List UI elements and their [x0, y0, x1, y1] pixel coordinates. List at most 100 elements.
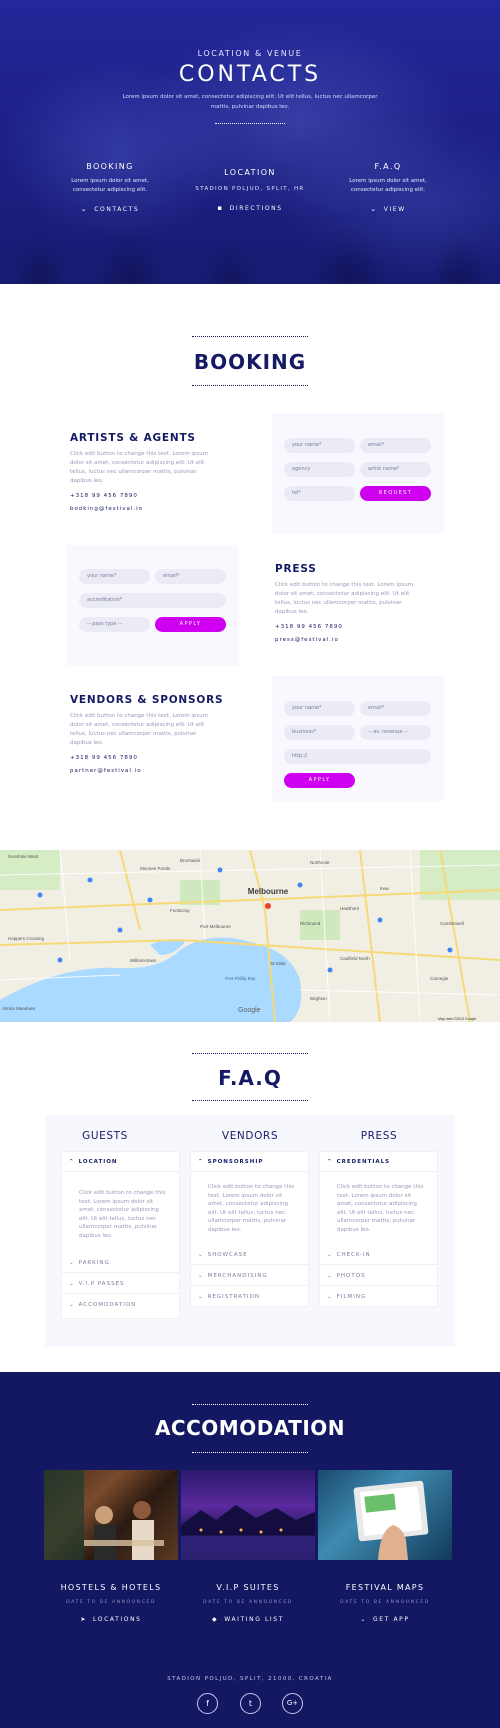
agency-field[interactable]: agency	[284, 462, 355, 477]
get-app-link[interactable]: ⌄ GET APP	[318, 1616, 452, 1623]
artists-text: Click edit button to change this text. L…	[70, 451, 209, 484]
waiting-list-link[interactable]: ◆ WAITING LIST	[181, 1616, 315, 1623]
map-label: Williamstown	[130, 958, 157, 963]
divider	[61, 1171, 180, 1172]
faq-item-location[interactable]: ⌃ LOCATION	[69, 1159, 118, 1165]
hotel-image[interactable]	[44, 1470, 178, 1560]
chevron-up-icon: ⌃	[327, 1159, 333, 1165]
website-field[interactable]: http://	[284, 749, 431, 764]
view-faq-link[interactable]: ⌄ VIEW	[333, 205, 443, 213]
chevron-down-icon: ⌄	[198, 1252, 204, 1258]
email-field[interactable]: email*	[360, 438, 431, 453]
faq-item-registration[interactable]: ⌄ REGISTRATION	[198, 1294, 260, 1300]
name-field[interactable]: your name*	[79, 569, 150, 584]
hero-subtitle: Lorem ipsum dolor sit amet, consectetur …	[122, 94, 378, 110]
faq-title: F.A.Q	[218, 1066, 282, 1090]
faq-item-label: V.I.P PASSES	[78, 1281, 125, 1287]
artists-phone: +318 99 456 7890	[70, 493, 138, 499]
hero-pretitle: LOCATION & VENUE	[197, 49, 303, 58]
press-text: Click edit button to change this text. L…	[275, 582, 414, 615]
faq-item-vip[interactable]: ⌄ V.I.P PASSES	[69, 1281, 125, 1287]
map-label: Northcote	[310, 860, 330, 865]
google-logo: Google	[238, 1007, 261, 1014]
vendors-title: VENDORS & SPONSORS	[70, 694, 224, 706]
faq-item-parking[interactable]: ⌄ PARKING	[69, 1260, 110, 1266]
map-label: Moonee Ponds	[140, 866, 171, 871]
acc-card-subtitle: DATE TO BE ANNOUNCED	[203, 1600, 293, 1605]
apply-button[interactable]: APPLY	[284, 773, 355, 788]
map-label: Brighton	[310, 996, 327, 1001]
google-plus-icon[interactable]: G+	[282, 1693, 303, 1714]
vendors-email[interactable]: partner@festival.io	[70, 768, 142, 774]
apply-button[interactable]: APPLY	[155, 617, 226, 632]
request-button[interactable]: REQUEST	[360, 486, 431, 501]
faq-answer: Click edit button to change this text. L…	[337, 1184, 424, 1233]
name-field[interactable]: your name*	[284, 701, 355, 716]
artists-email[interactable]: booking@festival.io	[70, 506, 143, 512]
faq-head-vendors: VENDORS	[221, 1130, 279, 1142]
map-label-city: Melbourne	[248, 887, 289, 896]
directions-link-label: DIRECTIONS	[229, 204, 283, 212]
location-map[interactable]: Melbourne Sunshine West Moonee Ponds Bru…	[0, 850, 500, 1022]
tel-field[interactable]: tel*	[284, 486, 355, 501]
directions-link[interactable]: ▪ DIRECTIONS	[190, 204, 310, 212]
name-field[interactable]: your name*	[284, 438, 355, 453]
booking-divider-bottom	[192, 385, 308, 386]
divider	[190, 1264, 309, 1265]
faq-item-label: ACCOMODATION	[78, 1302, 137, 1308]
email-field[interactable]: email*	[360, 701, 431, 716]
chevron-down-icon: ⌄	[360, 1616, 368, 1623]
revenue-select[interactable]: -- av. revenue --	[360, 725, 431, 740]
maps-image[interactable]	[318, 1470, 452, 1560]
map-label: Sunshine West	[8, 854, 39, 859]
facebook-icon[interactable]: f	[197, 1693, 218, 1714]
acc-card-subtitle: DATE TO BE ANNOUNCED	[66, 1600, 156, 1605]
booking-divider-top	[192, 336, 308, 337]
twitter-icon[interactable]: t	[240, 1693, 261, 1714]
faq-item-showcase[interactable]: ⌄ SHOWCASE	[198, 1252, 248, 1258]
hero-col-title: F.A.Q	[374, 162, 402, 171]
business-field[interactable]: business*	[284, 725, 355, 740]
faq-item-credentials[interactable]: ⌃ CREDENTIALS	[327, 1159, 390, 1165]
hero-divider	[215, 123, 285, 124]
map-canvas: Melbourne Sunshine West Moonee Ponds Bru…	[0, 850, 500, 1022]
hero-col-text: Lorem ipsum dolor sit amet, consectetur …	[71, 178, 149, 193]
acc-card-subtitle: DATE TO BE ANNOUNCED	[340, 1600, 430, 1605]
faq-item-label: REGISTRATION	[207, 1294, 260, 1300]
faq-item-photos[interactable]: ⌄ PHOTOS	[327, 1273, 366, 1279]
divider	[190, 1285, 309, 1286]
pass-type-select[interactable]: -- pass type --	[79, 617, 150, 632]
hero-col-location: LOCATION STADION POLJUD, SPLIT, HR ▪ DIR…	[190, 168, 310, 212]
faq-item-filming[interactable]: ⌄ FILMING	[327, 1294, 366, 1300]
map-label: Richmond	[300, 921, 321, 926]
hero-col-faq: F.A.Q Lorem ipsum dolor sit amet, consec…	[333, 162, 443, 213]
faq-item-merchandising[interactable]: ⌄ MERCHANDISING	[198, 1273, 268, 1279]
faq-item-label: PARKING	[78, 1260, 110, 1266]
map-label: Altona Meadows	[2, 1006, 36, 1011]
contacts-link[interactable]: ⌄ CONTACTS	[55, 205, 165, 213]
acc-card-title: HOSTELS & HOTELS	[60, 1583, 162, 1592]
map-label: Port Phillip Bay	[225, 976, 256, 981]
press-email[interactable]: press@festival.io	[275, 637, 339, 643]
faq-item-sponsorship[interactable]: ⌃ SPONSORSHIP	[198, 1159, 263, 1165]
press-title: PRESS	[275, 563, 317, 575]
waiting-list-link-label: WAITING LIST	[224, 1616, 284, 1623]
artists-form: your name* email* agency artist name* te…	[272, 413, 444, 534]
faq-item-accomodation[interactable]: ⌄ ACCOMODATION	[69, 1302, 136, 1308]
contacts-link-label: CONTACTS	[94, 205, 140, 213]
email-field[interactable]: email*	[155, 569, 226, 584]
chevron-down-icon: ⌄	[69, 1281, 75, 1287]
accreditation-field[interactable]: accreditation*	[79, 593, 226, 608]
vip-image[interactable]	[181, 1470, 315, 1560]
faq-head-guests: GUESTS	[82, 1130, 128, 1142]
faq-divider-bottom	[192, 1100, 308, 1101]
faq-item-check-in[interactable]: ⌄ CHECK-IN	[327, 1252, 371, 1258]
hero-col-text: Lorem ipsum dolor sit amet, consectetur …	[349, 178, 427, 193]
artist-name-field[interactable]: artist name*	[360, 462, 431, 477]
faq-divider-top	[192, 1053, 308, 1054]
divider	[319, 1171, 438, 1172]
faq-item-label: MERCHANDISING	[207, 1273, 268, 1279]
acc-divider-bottom	[192, 1452, 308, 1453]
locations-link[interactable]: ➤ LOCATIONS	[44, 1616, 178, 1623]
map-label: Port Melbourne	[200, 924, 231, 929]
